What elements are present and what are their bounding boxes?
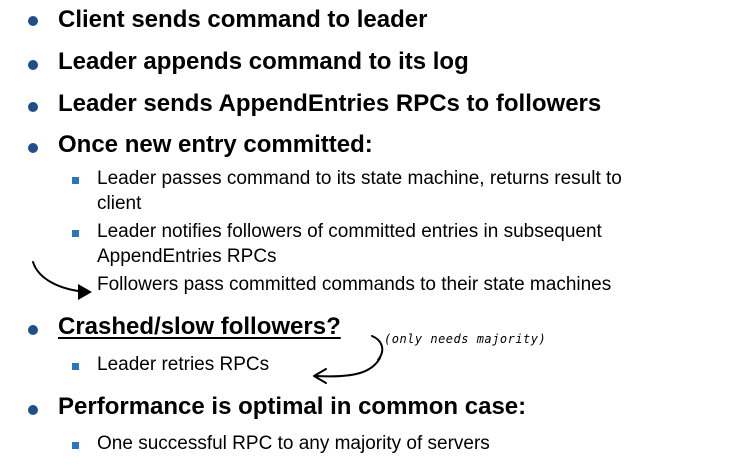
handwritten-note: (only needs majority) (384, 332, 547, 346)
bracket-icon (371, 335, 384, 361)
arrowhead-icon (78, 284, 92, 300)
return-arrow-icon (315, 357, 381, 378)
handwritten-annotations (32, 261, 384, 384)
